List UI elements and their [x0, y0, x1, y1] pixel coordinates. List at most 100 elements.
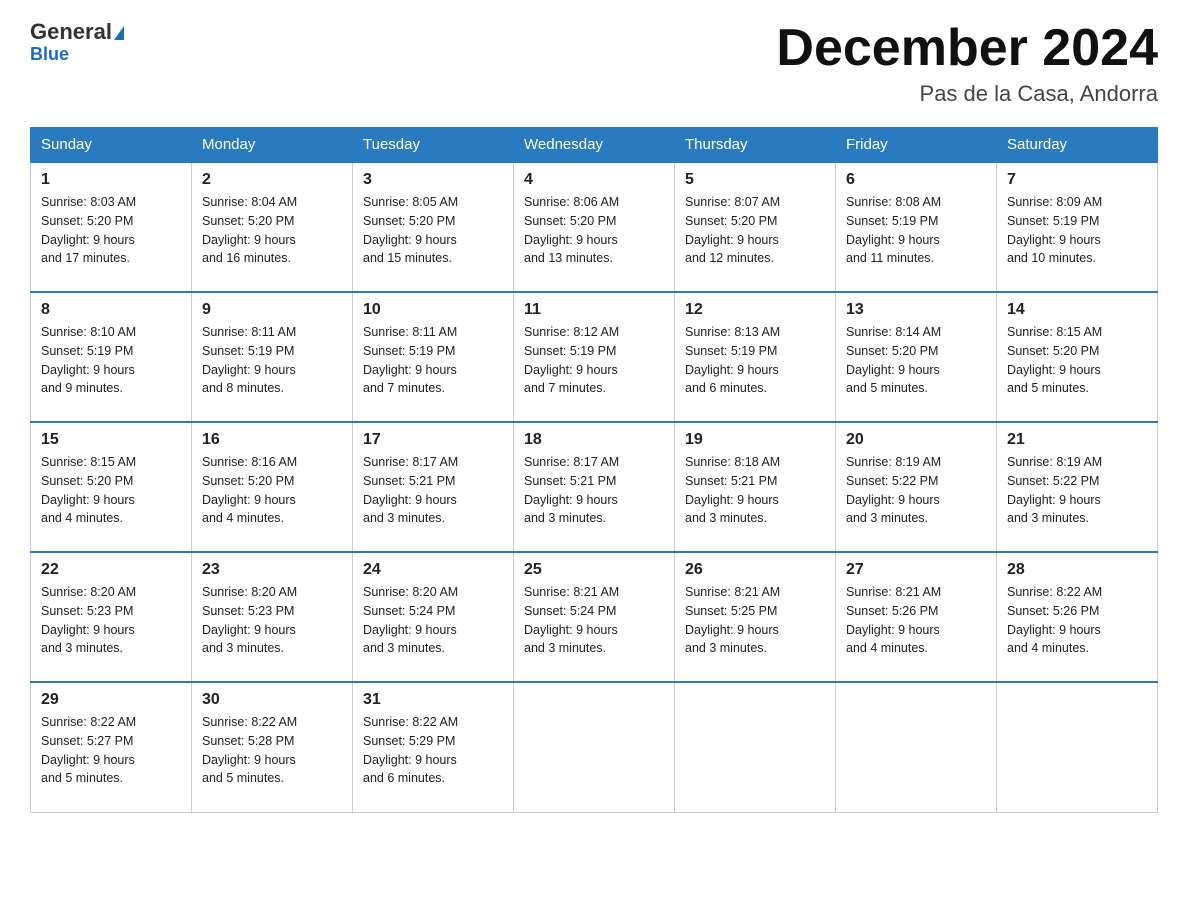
weekday-header-wednesday: Wednesday — [514, 128, 675, 163]
day-info: Sunrise: 8:21 AMSunset: 5:26 PMDaylight:… — [846, 583, 986, 658]
calendar-cell: 19Sunrise: 8:18 AMSunset: 5:21 PMDayligh… — [675, 422, 836, 552]
calendar-cell — [514, 682, 675, 812]
calendar-cell: 7Sunrise: 8:09 AMSunset: 5:19 PMDaylight… — [997, 162, 1158, 292]
day-info: Sunrise: 8:06 AMSunset: 5:20 PMDaylight:… — [524, 193, 664, 268]
day-info: Sunrise: 8:11 AMSunset: 5:19 PMDaylight:… — [363, 323, 503, 398]
week-row-5: 29 Sunrise: 8:22 AMSunset: 5:27 PMDayligh… — [31, 682, 1158, 812]
day-info: Sunrise: 8:22 AMSunset: 5:29 PMDaylight:… — [363, 713, 503, 788]
calendar-cell: 29 Sunrise: 8:22 AMSunset: 5:27 PMDayligh… — [31, 682, 192, 812]
calendar-cell: 3Sunrise: 8:05 AMSunset: 5:20 PMDaylight… — [353, 162, 514, 292]
calendar-cell: 30 Sunrise: 8:22 AMSunset: 5:28 PMDayligh… — [192, 682, 353, 812]
day-info: Sunrise: 8:22 AMSunset: 5:28 PMDaylight:… — [202, 713, 342, 788]
calendar-cell: 22Sunrise: 8:20 AMSunset: 5:23 PMDayligh… — [31, 552, 192, 682]
calendar-cell: 2 Sunrise: 8:04 AMSunset: 5:20 PMDaylight… — [192, 162, 353, 292]
calendar-cell: 23 Sunrise: 8:20 AMSunset: 5:23 PMDayligh… — [192, 552, 353, 682]
day-number: 25 — [524, 561, 664, 579]
day-info: Sunrise: 8:13 AMSunset: 5:19 PMDaylight:… — [685, 323, 825, 398]
day-number: 1 — [41, 171, 181, 189]
day-info: Sunrise: 8:22 AMSunset: 5:27 PMDaylight:… — [41, 713, 181, 788]
calendar-cell — [675, 682, 836, 812]
calendar-cell: 21 Sunrise: 8:19 AMSunset: 5:22 PMDayligh… — [997, 422, 1158, 552]
calendar-cell: 14 Sunrise: 8:15 AMSunset: 5:20 PMDayligh… — [997, 292, 1158, 422]
day-info: Sunrise: 8:17 AMSunset: 5:21 PMDaylight:… — [363, 453, 503, 528]
day-info: Sunrise: 8:14 AMSunset: 5:20 PMDaylight:… — [846, 323, 986, 398]
calendar-cell: 12 Sunrise: 8:13 AMSunset: 5:19 PMDayligh… — [675, 292, 836, 422]
weekday-header-friday: Friday — [836, 128, 997, 163]
calendar-cell: 10 Sunrise: 8:11 AMSunset: 5:19 PMDayligh… — [353, 292, 514, 422]
day-info: Sunrise: 8:20 AMSunset: 5:23 PMDaylight:… — [202, 583, 342, 658]
day-info: Sunrise: 8:12 AMSunset: 5:19 PMDaylight:… — [524, 323, 664, 398]
day-number: 30 — [202, 691, 342, 709]
day-info: Sunrise: 8:22 AMSunset: 5:26 PMDaylight:… — [1007, 583, 1147, 658]
calendar-cell: 8 Sunrise: 8:10 AMSunset: 5:19 PMDaylight… — [31, 292, 192, 422]
day-number: 8 — [41, 301, 181, 319]
weekday-header-thursday: Thursday — [675, 128, 836, 163]
page-header: General Blue December 2024 Pas de la Cas… — [30, 20, 1158, 107]
week-row-2: 8 Sunrise: 8:10 AMSunset: 5:19 PMDaylight… — [31, 292, 1158, 422]
day-number: 12 — [685, 301, 825, 319]
day-number: 9 — [202, 301, 342, 319]
calendar-cell: 26Sunrise: 8:21 AMSunset: 5:25 PMDayligh… — [675, 552, 836, 682]
day-info: Sunrise: 8:03 AMSunset: 5:20 PMDaylight:… — [41, 193, 181, 268]
day-number: 24 — [363, 561, 503, 579]
weekday-header-sunday: Sunday — [31, 128, 192, 163]
calendar-cell: 16 Sunrise: 8:16 AMSunset: 5:20 PMDayligh… — [192, 422, 353, 552]
day-number: 4 — [524, 171, 664, 189]
calendar-cell: 20Sunrise: 8:19 AMSunset: 5:22 PMDayligh… — [836, 422, 997, 552]
logo-triangle-icon — [114, 26, 124, 40]
weekday-header-monday: Monday — [192, 128, 353, 163]
calendar-cell — [997, 682, 1158, 812]
day-number: 22 — [41, 561, 181, 579]
day-info: Sunrise: 8:16 AMSunset: 5:20 PMDaylight:… — [202, 453, 342, 528]
calendar-cell: 18 Sunrise: 8:17 AMSunset: 5:21 PMDayligh… — [514, 422, 675, 552]
day-number: 7 — [1007, 171, 1147, 189]
week-row-1: 1 Sunrise: 8:03 AMSunset: 5:20 PMDaylight… — [31, 162, 1158, 292]
day-info: Sunrise: 8:11 AMSunset: 5:19 PMDaylight:… — [202, 323, 342, 398]
day-info: Sunrise: 8:05 AMSunset: 5:20 PMDaylight:… — [363, 193, 503, 268]
day-info: Sunrise: 8:17 AMSunset: 5:21 PMDaylight:… — [524, 453, 664, 528]
day-info: Sunrise: 8:07 AMSunset: 5:20 PMDaylight:… — [685, 193, 825, 268]
day-number: 10 — [363, 301, 503, 319]
calendar-cell: 25Sunrise: 8:21 AMSunset: 5:24 PMDayligh… — [514, 552, 675, 682]
day-number: 14 — [1007, 301, 1147, 319]
day-number: 13 — [846, 301, 986, 319]
weekday-header-tuesday: Tuesday — [353, 128, 514, 163]
location-text: Pas de la Casa, Andorra — [776, 81, 1158, 107]
month-title: December 2024 — [776, 20, 1158, 77]
calendar-cell: 4 Sunrise: 8:06 AMSunset: 5:20 PMDaylight… — [514, 162, 675, 292]
day-info: Sunrise: 8:19 AMSunset: 5:22 PMDaylight:… — [1007, 453, 1147, 528]
logo-blue-text: Blue — [30, 44, 69, 65]
day-number: 21 — [1007, 431, 1147, 449]
calendar-cell — [836, 682, 997, 812]
day-number: 15 — [41, 431, 181, 449]
day-info: Sunrise: 8:08 AMSunset: 5:19 PMDaylight:… — [846, 193, 986, 268]
calendar-cell: 5 Sunrise: 8:07 AMSunset: 5:20 PMDaylight… — [675, 162, 836, 292]
logo: General Blue — [30, 20, 124, 65]
day-info: Sunrise: 8:15 AMSunset: 5:20 PMDaylight:… — [1007, 323, 1147, 398]
day-number: 18 — [524, 431, 664, 449]
calendar-cell: 17 Sunrise: 8:17 AMSunset: 5:21 PMDayligh… — [353, 422, 514, 552]
day-number: 31 — [363, 691, 503, 709]
day-number: 16 — [202, 431, 342, 449]
calendar-table: SundayMondayTuesdayWednesdayThursdayFrid… — [30, 127, 1158, 813]
day-number: 29 — [41, 691, 181, 709]
day-number: 5 — [685, 171, 825, 189]
day-info: Sunrise: 8:18 AMSunset: 5:21 PMDaylight:… — [685, 453, 825, 528]
day-number: 6 — [846, 171, 986, 189]
day-number: 28 — [1007, 561, 1147, 579]
day-number: 27 — [846, 561, 986, 579]
calendar-cell: 28 Sunrise: 8:22 AMSunset: 5:26 PMDayligh… — [997, 552, 1158, 682]
weekday-header-row: SundayMondayTuesdayWednesdayThursdayFrid… — [31, 128, 1158, 163]
day-number: 2 — [202, 171, 342, 189]
logo-text: General — [30, 20, 124, 44]
day-info: Sunrise: 8:10 AMSunset: 5:19 PMDaylight:… — [41, 323, 181, 398]
calendar-cell: 15Sunrise: 8:15 AMSunset: 5:20 PMDayligh… — [31, 422, 192, 552]
weekday-header-saturday: Saturday — [997, 128, 1158, 163]
week-row-3: 15Sunrise: 8:15 AMSunset: 5:20 PMDayligh… — [31, 422, 1158, 552]
day-info: Sunrise: 8:19 AMSunset: 5:22 PMDaylight:… — [846, 453, 986, 528]
day-number: 17 — [363, 431, 503, 449]
calendar-cell: 6 Sunrise: 8:08 AMSunset: 5:19 PMDaylight… — [836, 162, 997, 292]
day-number: 23 — [202, 561, 342, 579]
day-info: Sunrise: 8:04 AMSunset: 5:20 PMDaylight:… — [202, 193, 342, 268]
day-info: Sunrise: 8:20 AMSunset: 5:24 PMDaylight:… — [363, 583, 503, 658]
